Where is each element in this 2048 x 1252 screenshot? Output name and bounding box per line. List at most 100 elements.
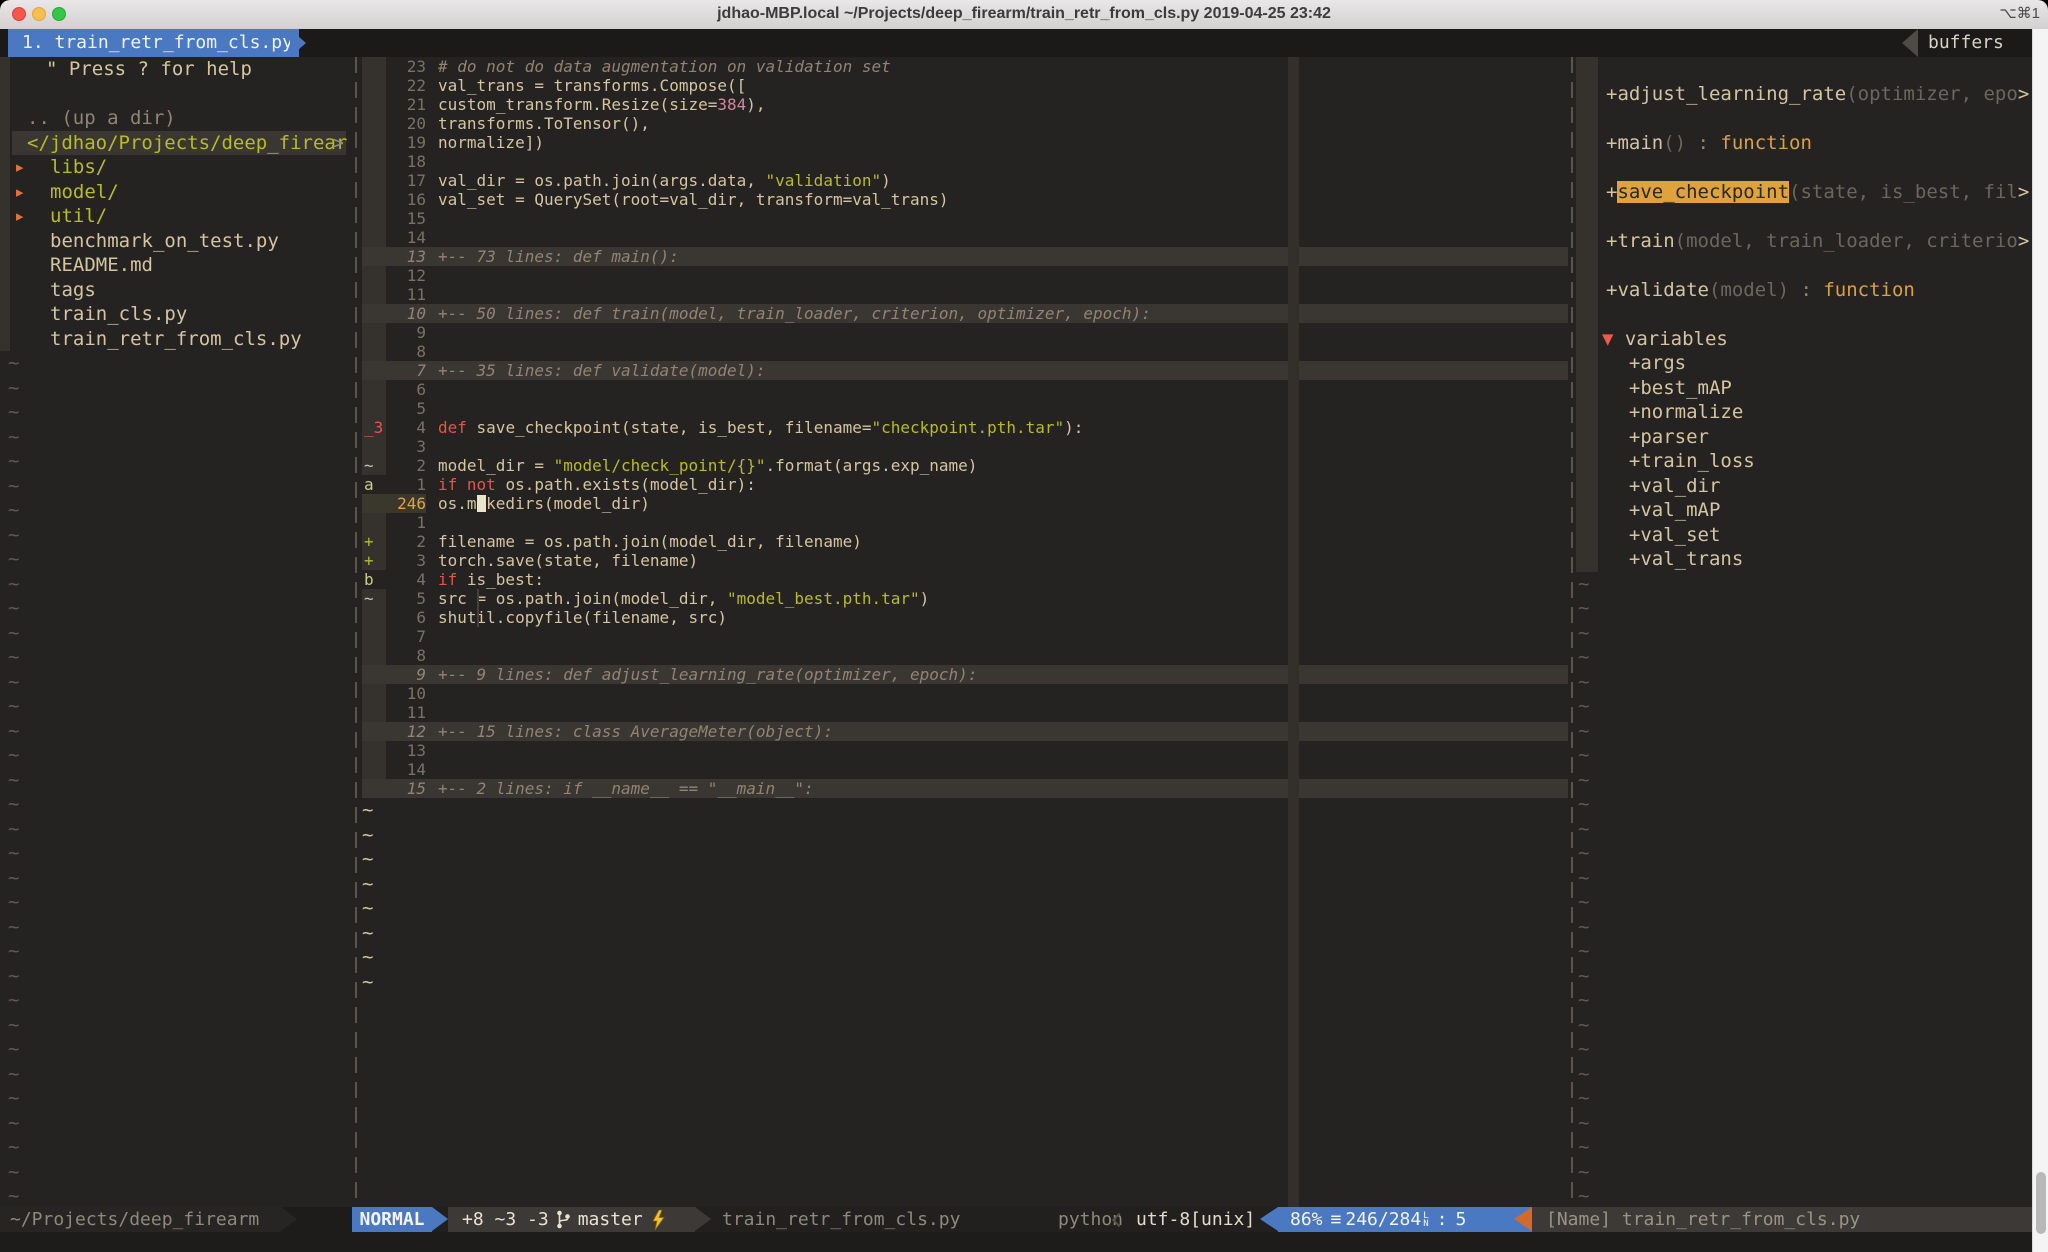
line-position: 246/284 xyxy=(1345,1207,1421,1232)
fold-line[interactable]: 13+-- 73 lines: def main(): xyxy=(362,247,1568,266)
fold-line[interactable]: 15+-- 2 lines: if __name__ == "__main__"… xyxy=(362,779,1568,798)
tag-item[interactable]: +parser xyxy=(1576,425,2032,450)
tree-item[interactable]: </jdhao/Projects/deep_firear> xyxy=(12,131,346,156)
tag-item[interactable]: +validate(model) : function xyxy=(1576,278,2032,303)
empty-line-tilde: ~ xyxy=(0,694,346,719)
tree-item[interactable]: ▸model/ xyxy=(0,180,346,205)
tag-item[interactable]: +args xyxy=(1576,351,2032,376)
code-line[interactable]: +2 filename = os.path.join(model_dir, fi… xyxy=(362,532,1568,551)
code-line[interactable]: 16val_set = QuerySet(root=val_dir, trans… xyxy=(362,190,1568,209)
code-line[interactable]: ~5 src = os.path.join(model_dir, "model_… xyxy=(362,589,1568,608)
tag-item[interactable]: +normalize xyxy=(1576,400,2032,425)
code-line[interactable]: a1 if not os.path.exists(model_dir): xyxy=(362,475,1568,494)
code-line[interactable]: 12 xyxy=(362,266,1568,285)
empty-line-tilde: ~ xyxy=(0,596,346,621)
code-line[interactable]: 3 xyxy=(362,437,1568,456)
code-line[interactable]: 5 xyxy=(362,399,1568,418)
tree-item[interactable]: README.md xyxy=(0,253,346,278)
gutter-sign: ~ xyxy=(362,589,386,608)
tag-item[interactable]: +val_mAP xyxy=(1576,498,2032,523)
code-line[interactable]: 13 xyxy=(362,741,1568,760)
code-line[interactable]: 11 xyxy=(362,703,1568,722)
code-line[interactable]: ~2 model_dir = "model/check_point/{}".fo… xyxy=(362,456,1568,475)
code-text: +-- 73 lines: def main(): xyxy=(438,247,1568,266)
fold-line[interactable]: 9+-- 9 lines: def adjust_learning_rate(o… xyxy=(362,665,1568,684)
scrollbar-thumb[interactable] xyxy=(2036,1172,2046,1234)
tree-item[interactable]: ▸libs/ xyxy=(0,155,346,180)
code-line[interactable]: 6 shutil.copyfile(filename, src) xyxy=(362,608,1568,627)
tree-item[interactable]: train_cls.py xyxy=(0,302,346,327)
tag-item[interactable]: +train_loss xyxy=(1576,449,2032,474)
code-token: "validation" xyxy=(766,171,882,190)
tag-group-variables[interactable]: ▼ variables xyxy=(1576,327,2032,352)
scrollbar-track[interactable] xyxy=(2032,29,2048,1252)
encoding-label: utf-8[unix] xyxy=(1136,1207,1255,1232)
code-line[interactable]: 23# do not do data augmentation on valid… xyxy=(362,57,1568,76)
line-number: 9 xyxy=(386,323,426,342)
tree-item[interactable]: " Press ? for help xyxy=(0,57,346,82)
code-line[interactable]: 18 xyxy=(362,152,1568,171)
code-line[interactable]: 20 transforms.ToTensor(), xyxy=(362,114,1568,133)
tree-item[interactable]: train_retr_from_cls.py xyxy=(0,327,346,352)
truncation-indicator: > xyxy=(2018,181,2029,203)
code-token xyxy=(457,475,467,494)
lightning-icon xyxy=(650,1210,666,1230)
tag-item[interactable]: +adjust_learning_rate(optimizer, epo> xyxy=(1576,82,2032,107)
code-line[interactable]: 9 xyxy=(362,323,1568,342)
code-line[interactable]: 14 xyxy=(362,228,1568,247)
code-line[interactable]: 14 xyxy=(362,760,1568,779)
empty-line-tilde: ~ xyxy=(0,474,346,499)
tree-item[interactable]: ▸util/ xyxy=(0,204,346,229)
fold-line[interactable]: 10+-- 50 lines: def train(model, train_l… xyxy=(362,304,1568,323)
code-text: model_dir = "model/check_point/{}".forma… xyxy=(438,456,1568,475)
code-line[interactable]: 8 xyxy=(362,342,1568,361)
code-line[interactable]: +3 torch.save(state, filename) xyxy=(362,551,1568,570)
code-line[interactable]: 17val_dir = os.path.join(args.data, "val… xyxy=(362,171,1568,190)
code-text: val_trans = transforms.Compose([ xyxy=(438,76,1568,95)
fold-line[interactable]: 12+-- 15 lines: class AverageMeter(objec… xyxy=(362,722,1568,741)
code-line[interactable]: 8 xyxy=(362,646,1568,665)
line-number: 2 xyxy=(386,456,426,475)
tag-item[interactable]: +main() : function xyxy=(1576,131,2032,156)
code-line[interactable]: _34def save_checkpoint(state, is_best, f… xyxy=(362,418,1568,437)
buffer-tab[interactable]: 1. train_retr_from_cls.py xyxy=(8,29,299,57)
window-shortcut-badge: ⌥⌘1 xyxy=(1999,0,2040,29)
tag-item[interactable]: +save_checkpoint(state, is_best, fil> xyxy=(1576,180,2032,205)
tree-item[interactable]: .. (up a dir) xyxy=(0,106,346,131)
code-line[interactable]: 15 xyxy=(362,209,1568,228)
tag-item[interactable]: +best_mAP xyxy=(1576,376,2032,401)
tag-label: +val_dir xyxy=(1606,475,1720,497)
tree-item[interactable]: tags xyxy=(0,278,346,303)
code-text: if is_best: xyxy=(438,570,1568,589)
powerline-arrow xyxy=(1260,1207,1278,1231)
code-line[interactable]: 7 xyxy=(362,627,1568,646)
tag-item[interactable]: +train(model, train_loader, criterio> xyxy=(1576,229,2032,254)
empty-line-tilde: ~ xyxy=(0,1135,346,1160)
code-line[interactable]: 11 xyxy=(362,285,1568,304)
command-line[interactable] xyxy=(0,1232,2032,1252)
code-line[interactable]: 10 xyxy=(362,684,1568,703)
code-token: normalize]) xyxy=(438,133,544,152)
gutter-sign xyxy=(362,703,386,722)
code-line[interactable]: 6 xyxy=(362,380,1568,399)
tag-item[interactable]: +val_set xyxy=(1576,523,2032,548)
code-line[interactable]: 1 xyxy=(362,513,1568,532)
colon-separator: : xyxy=(1437,1207,1448,1232)
tag-item[interactable]: +val_trans xyxy=(1576,547,2032,572)
code-line[interactable]: b4 if is_best: xyxy=(362,570,1568,589)
code-line[interactable]: 22val_trans = transforms.Compose([ xyxy=(362,76,1568,95)
tree-item[interactable]: benchmark_on_test.py xyxy=(0,229,346,254)
tree-root-label: </jdhao/Projects/deep_firear xyxy=(27,132,347,154)
code-line[interactable]: 246 os.makedirs(model_dir) xyxy=(362,494,1568,513)
fold-line[interactable]: 7+-- 35 lines: def validate(model): xyxy=(362,361,1568,380)
macos-titlebar[interactable]: jdhao-MBP.local ~/Projects/deep_firearm/… xyxy=(0,0,2048,30)
code-line[interactable]: 19 normalize]) xyxy=(362,133,1568,152)
code-line[interactable]: 21 custom_transform.Resize(size=384), xyxy=(362,95,1568,114)
line-number: 10 xyxy=(386,684,426,703)
empty-line-tilde: ~ xyxy=(362,798,1568,823)
code-token: 384 xyxy=(717,95,746,114)
code-text: filename = os.path.join(model_dir, filen… xyxy=(438,532,1568,551)
gutter-sign xyxy=(362,95,386,114)
tag-item[interactable]: +val_dir xyxy=(1576,474,2032,499)
tag-signature: (state, is_best, fil xyxy=(1789,181,2018,203)
